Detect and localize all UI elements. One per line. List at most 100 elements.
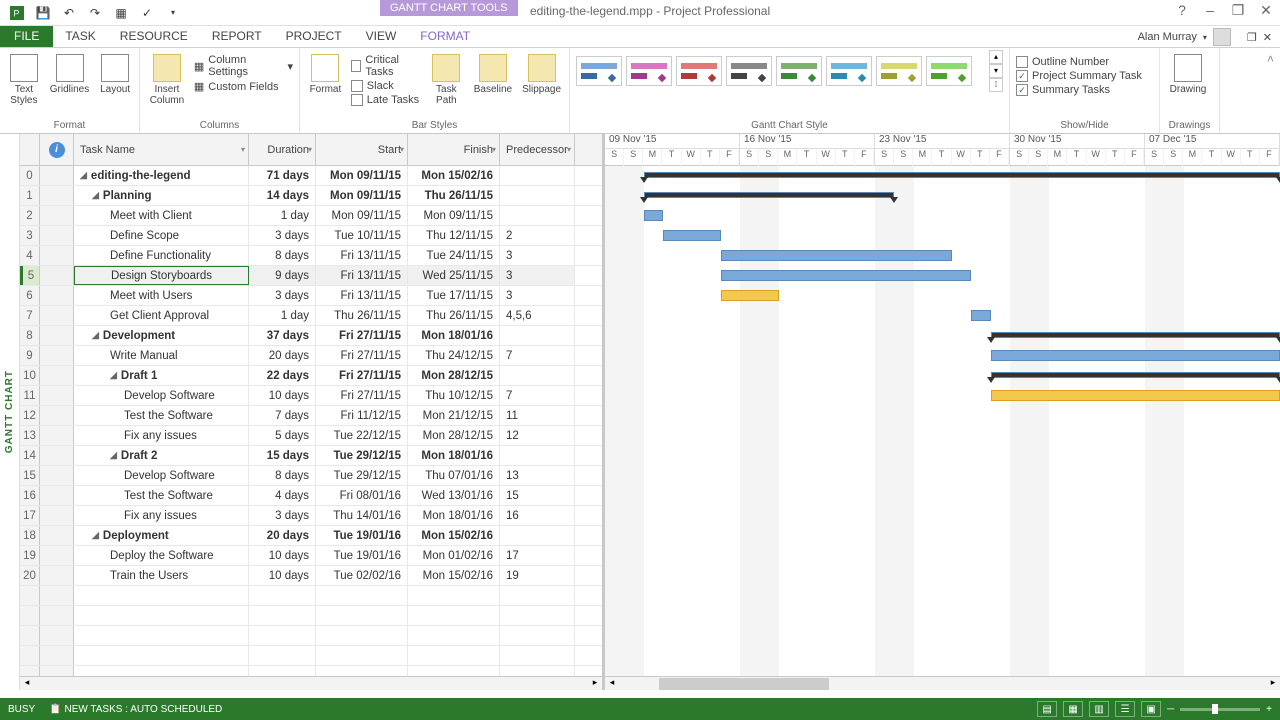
row-info[interactable] bbox=[40, 466, 74, 485]
task-name-cell[interactable]: ◢Planning bbox=[74, 186, 249, 205]
start-cell[interactable]: Fri 27/11/15 bbox=[316, 366, 408, 385]
duration-cell[interactable]: 8 days bbox=[249, 246, 316, 265]
tab-report[interactable]: REPORT bbox=[200, 26, 274, 47]
row-info[interactable] bbox=[40, 286, 74, 305]
row-id[interactable]: 1 bbox=[20, 186, 40, 205]
row-id[interactable]: 0 bbox=[20, 166, 40, 185]
outline-number-checkbox[interactable]: Outline Number bbox=[1016, 56, 1142, 68]
view-resource-sheet-icon[interactable]: ☰ bbox=[1115, 701, 1135, 717]
close-icon[interactable]: ✕ bbox=[1256, 2, 1276, 19]
start-cell[interactable]: Mon 09/11/15 bbox=[316, 186, 408, 205]
insert-column-button[interactable]: Insert Column bbox=[146, 50, 188, 110]
row-info[interactable] bbox=[40, 406, 74, 425]
start-cell[interactable]: Tue 10/11/15 bbox=[316, 226, 408, 245]
gallery-down-icon[interactable]: ▾ bbox=[989, 64, 1003, 78]
baseline-button[interactable]: Baseline bbox=[472, 50, 514, 99]
row-id[interactable]: 10 bbox=[20, 366, 40, 385]
finish-cell[interactable]: Mon 15/02/16 bbox=[408, 526, 500, 545]
table-row[interactable]: 9Write Manual20 daysFri 27/11/15Thu 24/1… bbox=[20, 346, 602, 366]
task-name-cell[interactable]: Fix any issues bbox=[74, 426, 249, 445]
finish-cell[interactable]: Mon 15/02/16 bbox=[408, 166, 500, 185]
duration-cell[interactable]: 10 days bbox=[249, 546, 316, 565]
style-swatch[interactable] bbox=[876, 56, 922, 86]
start-cell[interactable]: Tue 22/12/15 bbox=[316, 426, 408, 445]
task-name-cell[interactable]: ◢Development bbox=[74, 326, 249, 345]
slack-checkbox[interactable]: Slack bbox=[351, 80, 421, 92]
table-row[interactable]: 2Meet with Client1 dayMon 09/11/15Mon 09… bbox=[20, 206, 602, 226]
predecessor-cell[interactable]: 13 bbox=[500, 466, 575, 485]
table-row[interactable]: 3Define Scope3 daysTue 10/11/15Thu 12/11… bbox=[20, 226, 602, 246]
gantt-bar[interactable] bbox=[971, 310, 990, 321]
user-name[interactable]: Alan Murray bbox=[1138, 31, 1197, 43]
text-styles-button[interactable]: Text Styles bbox=[6, 50, 42, 110]
row-id[interactable]: 12 bbox=[20, 406, 40, 425]
gantt-bar[interactable] bbox=[991, 390, 1280, 401]
start-cell[interactable]: Fri 27/11/15 bbox=[316, 326, 408, 345]
predecessor-cell[interactable]: 16 bbox=[500, 506, 575, 525]
row-id[interactable]: 17 bbox=[20, 506, 40, 525]
status-schedule-mode[interactable]: 📋 NEW TASKS : AUTO SCHEDULED bbox=[49, 704, 222, 715]
view-report-icon[interactable]: ▣ bbox=[1141, 701, 1161, 717]
tab-project[interactable]: PROJECT bbox=[274, 26, 354, 47]
table-row[interactable]: 7Get Client Approval1 dayThu 26/11/15Thu… bbox=[20, 306, 602, 326]
start-cell[interactable]: Fri 11/12/15 bbox=[316, 406, 408, 425]
predecessor-cell[interactable]: 4,5,6 bbox=[500, 306, 575, 325]
finish-cell[interactable]: Mon 18/01/16 bbox=[408, 446, 500, 465]
start-cell[interactable]: Mon 09/11/15 bbox=[316, 206, 408, 225]
start-cell[interactable]: Tue 19/01/16 bbox=[316, 546, 408, 565]
finish-cell[interactable]: Mon 18/01/16 bbox=[408, 506, 500, 525]
start-cell[interactable]: Fri 13/11/15 bbox=[316, 266, 408, 285]
table-row[interactable]: 17Fix any issues3 daysThu 14/01/16Mon 18… bbox=[20, 506, 602, 526]
zoom-in-icon[interactable]: + bbox=[1266, 704, 1272, 715]
start-cell[interactable]: Tue 02/02/16 bbox=[316, 566, 408, 585]
qat-icon[interactable]: ▦ bbox=[110, 2, 132, 24]
predecessor-cell[interactable]: 15 bbox=[500, 486, 575, 505]
row-info[interactable] bbox=[40, 546, 74, 565]
layout-button[interactable]: Layout bbox=[97, 50, 133, 99]
predecessor-cell[interactable] bbox=[500, 326, 575, 345]
doc-restore-icon[interactable]: ❐ bbox=[1247, 31, 1257, 44]
finish-cell[interactable]: Mon 15/02/16 bbox=[408, 566, 500, 585]
table-row[interactable]: 14◢Draft 215 daysTue 29/12/15Mon 18/01/1… bbox=[20, 446, 602, 466]
task-name-cell[interactable]: Meet with Client bbox=[74, 206, 249, 225]
start-cell[interactable]: Tue 29/12/15 bbox=[316, 446, 408, 465]
row-id[interactable]: 6 bbox=[20, 286, 40, 305]
duration-cell[interactable]: 7 days bbox=[249, 406, 316, 425]
row-id[interactable]: 20 bbox=[20, 566, 40, 585]
task-name-cell[interactable]: ◢Draft 2 bbox=[74, 446, 249, 465]
task-name-cell[interactable]: ◢editing-the-legend bbox=[74, 166, 249, 185]
predecessor-cell[interactable] bbox=[500, 526, 575, 545]
undo-icon[interactable]: ↶ bbox=[58, 2, 80, 24]
gantt-summary-bar[interactable] bbox=[644, 192, 895, 198]
duration-cell[interactable]: 1 day bbox=[249, 206, 316, 225]
row-info[interactable] bbox=[40, 166, 74, 185]
row-id[interactable]: 2 bbox=[20, 206, 40, 225]
gantt-style-gallery[interactable] bbox=[576, 50, 981, 86]
row-info[interactable] bbox=[40, 566, 74, 585]
duration-cell[interactable]: 10 days bbox=[249, 566, 316, 585]
finish-cell[interactable]: Wed 13/01/16 bbox=[408, 486, 500, 505]
task-name-cell[interactable]: Test the Software bbox=[74, 486, 249, 505]
tab-task[interactable]: TASK bbox=[53, 26, 107, 47]
task-name-cell[interactable]: Meet with Users bbox=[74, 286, 249, 305]
style-swatch[interactable] bbox=[626, 56, 672, 86]
row-id[interactable]: 5 bbox=[20, 266, 40, 285]
style-swatch[interactable] bbox=[576, 56, 622, 86]
predecessor-cell[interactable]: 19 bbox=[500, 566, 575, 585]
task-name-cell[interactable]: Get Client Approval bbox=[74, 306, 249, 325]
start-cell[interactable]: Thu 26/11/15 bbox=[316, 306, 408, 325]
start-cell[interactable]: Tue 19/01/16 bbox=[316, 526, 408, 545]
table-row[interactable]: 5Design Storyboards9 daysFri 13/11/15Wed… bbox=[20, 266, 602, 286]
table-row[interactable]: 13Fix any issues5 daysTue 22/12/15Mon 28… bbox=[20, 426, 602, 446]
row-info[interactable] bbox=[40, 366, 74, 385]
col-duration[interactable]: Duration▾ bbox=[249, 134, 316, 165]
finish-cell[interactable]: Thu 12/11/15 bbox=[408, 226, 500, 245]
predecessor-cell[interactable] bbox=[500, 166, 575, 185]
task-name-cell[interactable]: Develop Software bbox=[74, 386, 249, 405]
duration-cell[interactable]: 8 days bbox=[249, 466, 316, 485]
start-cell[interactable]: Fri 08/01/16 bbox=[316, 486, 408, 505]
avatar[interactable] bbox=[1213, 28, 1231, 46]
start-cell[interactable]: Fri 27/11/15 bbox=[316, 346, 408, 365]
gallery-up-icon[interactable]: ▴ bbox=[989, 50, 1003, 64]
row-id[interactable]: 19 bbox=[20, 546, 40, 565]
